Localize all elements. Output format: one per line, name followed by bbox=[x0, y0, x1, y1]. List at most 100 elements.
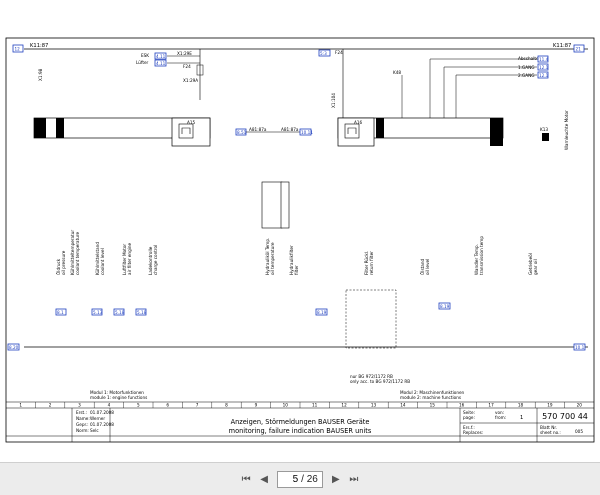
grid-number: 13 bbox=[371, 403, 377, 408]
schematic-sheet: 12 K11:87 K11:87 21 ESK Lüfter 4.11 4.11… bbox=[0, 0, 600, 462]
label-k48: K48 bbox=[393, 70, 401, 75]
left-sensor-1-sub: coolant temperature bbox=[75, 231, 80, 275]
note-only: only acc. to BG 972/1172 RB bbox=[350, 379, 410, 384]
grid-number-row: 1 2 3 4 5 6 7 8 9 10 11 12 13 14 15 16 17 18 19 20 bbox=[19, 402, 582, 408]
grid-number: 10 bbox=[283, 403, 289, 408]
first-page-icon[interactable]: ⏮ bbox=[237, 470, 255, 488]
grid-number: 6 bbox=[166, 403, 169, 408]
grid-number: 7 bbox=[196, 403, 199, 408]
grid-number: 1 bbox=[19, 403, 22, 408]
ref-right-top: 21 bbox=[576, 47, 582, 52]
label-gang1: 1.GANG bbox=[518, 65, 534, 70]
left-sensor-labels: Öldruck oil pressure Kühlmitteltemperatu… bbox=[56, 230, 158, 275]
prev-page-icon[interactable]: ◀ bbox=[255, 470, 273, 488]
label-esk: ESK bbox=[141, 53, 149, 58]
ref-right-2: 8.19 bbox=[440, 304, 450, 309]
grid-number: 9 bbox=[255, 403, 258, 408]
right-sensor-0-sub: oil temperature bbox=[270, 242, 275, 275]
right-sensor-labels: Hydrauliköl Temp. oil temperature Hydrau… bbox=[265, 236, 538, 275]
ref-right-1: 8.19 bbox=[317, 310, 327, 315]
page-total: / 26 bbox=[301, 473, 318, 485]
tb-replaces: Replaces: bbox=[463, 430, 483, 435]
grid-number: 12 bbox=[341, 403, 347, 408]
tb-erst-date: 01.07.2008 bbox=[90, 410, 114, 415]
label-k13-vert: Warnleuchte Motor bbox=[564, 110, 569, 150]
grid-number: 17 bbox=[488, 403, 494, 408]
ref-left-top: 12 bbox=[15, 47, 21, 52]
right-sensor-5-sub: gear oil bbox=[533, 259, 538, 275]
label-left-top: K11:87 bbox=[30, 43, 48, 49]
left-sensor-3-sub: air filter engine bbox=[127, 242, 132, 275]
right-sensor-4-sub: transmission temp bbox=[479, 236, 484, 275]
ref-left-3: 5.18 bbox=[115, 310, 125, 315]
ref-left-2: 5.13 bbox=[93, 310, 103, 315]
module-left-en: module 1: engine functions bbox=[90, 395, 147, 400]
ref-bus-left: 8.51 bbox=[237, 130, 247, 135]
tb-name-value: Werner bbox=[90, 416, 105, 421]
label-bus-right: A81:87a bbox=[281, 127, 299, 132]
tb-norm-label: Norm: bbox=[76, 428, 89, 433]
left-sensor-0-sub: oil pressure bbox=[61, 250, 66, 275]
grid-number: 2 bbox=[49, 403, 52, 408]
tb-sheet-no-label: sheet no.: bbox=[540, 430, 561, 435]
tb-gepr-label: Gepr.: bbox=[76, 422, 89, 427]
grid-number: 15 bbox=[430, 403, 436, 408]
next-page-icon[interactable]: ▶ bbox=[327, 470, 345, 488]
left-sensor-4-sub: charge control bbox=[153, 245, 158, 275]
grid-number: 4 bbox=[108, 403, 111, 408]
ref-luefter: 4.11 bbox=[156, 61, 166, 66]
tb-erst-label: Erst.: bbox=[76, 410, 87, 415]
ref-left-1: 8.1 bbox=[57, 310, 64, 315]
right-sensor-2-sub: return filter bbox=[369, 251, 374, 275]
label-luefter: Lüfter bbox=[136, 60, 149, 65]
ref-bottom-right: 10.1 bbox=[575, 345, 585, 350]
right-sensor-3-sub: oil level bbox=[425, 259, 430, 275]
label-bus-left: A81:87a bbox=[249, 127, 267, 132]
grid-number: 18 bbox=[518, 403, 524, 408]
module-a15 bbox=[33, 117, 211, 147]
optional-box bbox=[345, 289, 397, 349]
tb-from: from: bbox=[495, 415, 506, 420]
tb-norm-value: Selc bbox=[90, 428, 99, 433]
label-a16: A16 bbox=[354, 120, 363, 125]
tb-gepr-date: 01.07.2008 bbox=[90, 422, 114, 427]
schematic-drawing: 12 K11:87 K11:87 21 ESK Lüfter 4.11 4.11… bbox=[5, 37, 595, 443]
tb-name-label: Name: bbox=[76, 416, 90, 421]
connector-block bbox=[261, 181, 283, 229]
grid-number: 14 bbox=[400, 403, 406, 408]
label-x1-98: X1:98 bbox=[38, 68, 43, 81]
ref-bus-right: 10.11 bbox=[301, 130, 313, 135]
label-f24-left: F24 bbox=[183, 64, 191, 69]
ref-abschalten: 11.4 bbox=[539, 57, 549, 62]
page-number-input[interactable] bbox=[282, 473, 299, 485]
label-k13: K13 bbox=[540, 127, 548, 132]
grid-number: 8 bbox=[225, 403, 228, 408]
label-f24-right: F24 bbox=[335, 50, 343, 55]
label-x1-104: X1:104 bbox=[331, 93, 336, 108]
ref-f24: 5:3 bbox=[320, 51, 327, 56]
module-right-en: module 2: machine functions bbox=[400, 395, 461, 400]
label-gang2: 2.GANG bbox=[518, 73, 534, 78]
grid-number: 20 bbox=[577, 403, 583, 408]
grid-number: 16 bbox=[459, 403, 465, 408]
ref-esk: 4.11 bbox=[156, 54, 166, 59]
tb-sheet-val: 1 bbox=[520, 415, 523, 421]
title-de: Anzeigen, Störmeldungen BAUSER Geräte bbox=[231, 418, 370, 426]
ref-bottom-left: 8.20 bbox=[9, 345, 19, 350]
right-sensor-1-sub: filter bbox=[294, 265, 299, 275]
grid-number: 5 bbox=[137, 403, 140, 408]
tb-drawing-no: 570 700 44 bbox=[542, 412, 588, 421]
ref-left-4: 5.18 bbox=[137, 310, 147, 315]
left-sensor-2-sub: coolant level bbox=[100, 248, 105, 275]
grid-number: 11 bbox=[312, 403, 318, 408]
last-page-icon[interactable]: ⏭ bbox=[345, 470, 363, 488]
tb-sheet-no: 005 bbox=[575, 429, 583, 434]
label-right-top: K11:87 bbox=[553, 43, 571, 49]
label-a15: A15 bbox=[187, 120, 196, 125]
tb-page: page: bbox=[463, 415, 475, 420]
title-en: monitoring, failure indication BAUSER un… bbox=[229, 427, 372, 435]
viewer-toolbar: ⏮ ◀ / 26 ▶ ⏭ bbox=[0, 462, 600, 495]
ref-gang1: 12.1 bbox=[539, 65, 549, 70]
page-indicator: / 26 bbox=[277, 470, 323, 488]
label-x1-29a: X1:29A bbox=[183, 78, 198, 83]
